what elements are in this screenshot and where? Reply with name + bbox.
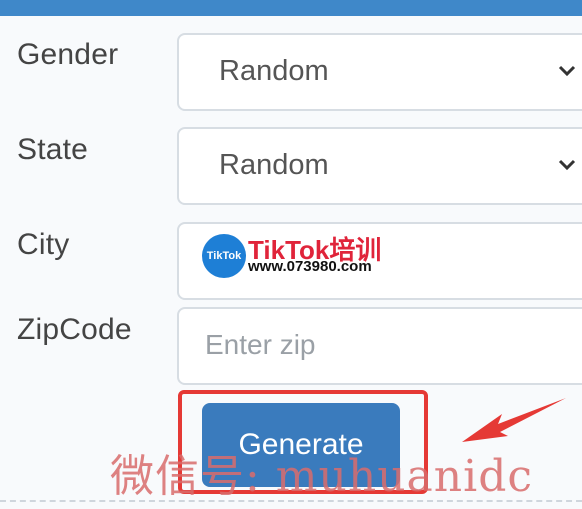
- zipcode-label: ZipCode: [17, 313, 132, 346]
- gender-label: Gender: [17, 38, 119, 71]
- state-select[interactable]: Random: [177, 127, 582, 205]
- gender-value: Random: [219, 55, 329, 87]
- watermark-overlay: 微信号: muhuanidc: [110, 451, 533, 502]
- zipcode-placeholder: Enter zip: [205, 329, 316, 360]
- city-label: City: [17, 228, 70, 261]
- chevron-down-icon: [558, 159, 576, 171]
- header-bar: [0, 0, 582, 16]
- watermark-url: www.073980.com: [248, 258, 372, 275]
- state-label: State: [17, 133, 89, 166]
- chevron-down-icon: [558, 65, 576, 77]
- watermark-logo: TikTok: [202, 234, 246, 278]
- zipcode-input[interactable]: Enter zip: [177, 307, 582, 385]
- gender-select[interactable]: Random: [177, 33, 582, 111]
- state-value: Random: [219, 149, 329, 181]
